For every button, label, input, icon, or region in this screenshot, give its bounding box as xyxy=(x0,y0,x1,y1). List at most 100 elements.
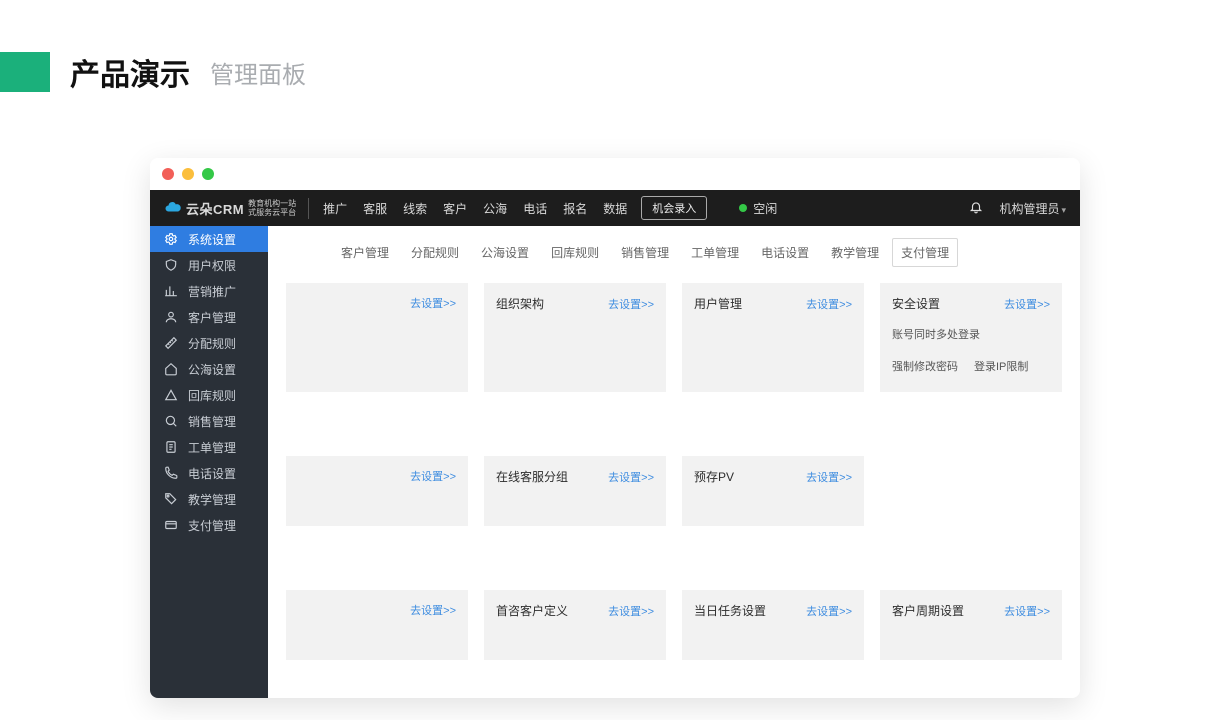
card-title: 当日任务设置 xyxy=(694,602,766,619)
triangle-icon xyxy=(164,388,178,402)
settings-card: 去设置>> xyxy=(286,283,468,392)
card-body: 账号同时多处登录 强制修改密码 登录IP限制 xyxy=(892,326,1050,374)
window-chrome xyxy=(150,158,1080,190)
sidebar-item[interactable]: 营销推广 xyxy=(150,278,268,304)
card-go-link[interactable]: 去设置>> xyxy=(410,295,456,311)
tab[interactable]: 回库规则 xyxy=(542,238,608,267)
settings-card-security: 安全设置 去设置>> 账号同时多处登录 强制修改密码 登录IP限制 xyxy=(880,283,1062,392)
logo-text: 云朵CRM xyxy=(186,199,244,218)
page-heading: 产品演示 管理面板 xyxy=(0,50,306,94)
topnav-item[interactable]: 线索 xyxy=(403,200,427,217)
sidebar-item[interactable]: 用户权限 xyxy=(150,252,268,278)
topnav-item[interactable]: 电话 xyxy=(523,200,547,217)
settings-card: 客户周期设置 去设置>> xyxy=(880,590,1062,660)
card-go-link[interactable]: 去设置>> xyxy=(806,296,852,312)
topnav-item[interactable]: 推广 xyxy=(323,200,347,217)
tab[interactable]: 公海设置 xyxy=(472,238,538,267)
card-go-link[interactable]: 去设置>> xyxy=(1004,603,1050,619)
card-title: 用户管理 xyxy=(694,295,742,312)
topnav-item[interactable]: 公海 xyxy=(483,200,507,217)
tab[interactable]: 销售管理 xyxy=(612,238,678,267)
user-menu[interactable]: 机构管理员▾ xyxy=(999,200,1066,217)
window-zoom-icon[interactable] xyxy=(202,168,214,180)
tab[interactable]: 教学管理 xyxy=(822,238,888,267)
card-go-link[interactable]: 去设置>> xyxy=(608,469,654,485)
settings-card: 去设置>> xyxy=(286,456,468,526)
sidebar-item[interactable]: 工单管理 xyxy=(150,434,268,460)
sidebar-item-label: 回库规则 xyxy=(188,387,236,404)
sidebar-item-label: 电话设置 xyxy=(188,465,236,482)
app-logo[interactable]: 云朵CRM 教育机构一站 式服务云平台 xyxy=(164,198,309,219)
card-go-link[interactable]: 去设置>> xyxy=(608,296,654,312)
sidebar: 系统设置用户权限营销推广客户管理分配规则公海设置回库规则销售管理工单管理电话设置… xyxy=(150,226,268,698)
settings-card: 首咨客户定义 去设置>> xyxy=(484,590,666,660)
tab[interactable]: 分配规则 xyxy=(402,238,468,267)
card-go-link[interactable]: 去设置>> xyxy=(410,602,456,618)
app-body: 推广 客户管理 分配规则 公海设置 回库规则 销售管理 工单管理 电话设置 教学… xyxy=(150,226,1080,698)
card-go-link[interactable]: 去设置>> xyxy=(806,469,852,485)
card-title: 首咨客户定义 xyxy=(496,602,568,619)
record-button[interactable]: 机会录入 xyxy=(641,196,707,220)
settings-icon xyxy=(164,232,178,246)
tab[interactable]: 电话设置 xyxy=(752,238,818,267)
ruler-icon xyxy=(164,336,178,350)
settings-row: 去设置>> 组织架构 去设置>> 用户管理 去设置>> xyxy=(286,283,1062,392)
topnav-item[interactable]: 客户 xyxy=(443,200,467,217)
cloud-icon xyxy=(164,198,182,219)
sidebar-item-label: 系统设置 xyxy=(188,231,236,248)
card-go-link[interactable]: 去设置>> xyxy=(806,603,852,619)
card-go-link[interactable]: 去设置>> xyxy=(410,468,456,484)
sidebar-item-label: 教学管理 xyxy=(188,491,236,508)
sidebar-item-label: 工单管理 xyxy=(188,439,236,456)
app-window: 云朵CRM 教育机构一站 式服务云平台 推广 客服 线索 客户 公海 电话 报名… xyxy=(150,158,1080,698)
status-label: 空闲 xyxy=(753,200,777,217)
note-icon xyxy=(164,440,178,454)
sidebar-item-label: 用户权限 xyxy=(188,257,236,274)
sidebar-item-label: 客户管理 xyxy=(188,309,236,326)
status-dot-icon xyxy=(739,204,747,212)
search-icon xyxy=(164,414,178,428)
topnav-item[interactable]: 数据 xyxy=(603,200,627,217)
card-go-link[interactable]: 去设置>> xyxy=(1004,296,1050,312)
sidebar-item[interactable]: 回库规则 xyxy=(150,382,268,408)
topnav-item[interactable]: 客服 xyxy=(363,200,387,217)
sidebar-item[interactable]: 系统设置 xyxy=(150,226,268,252)
sidebar-item[interactable]: 支付管理 xyxy=(150,512,268,538)
shield-icon xyxy=(164,258,178,272)
sidebar-item-label: 销售管理 xyxy=(188,413,236,430)
card-title: 组织架构 xyxy=(496,295,544,312)
page-heading-marker xyxy=(0,52,50,92)
sidebar-item[interactable]: 销售管理 xyxy=(150,408,268,434)
window-minimize-icon[interactable] xyxy=(182,168,194,180)
sidebar-item-label: 营销推广 xyxy=(188,283,236,300)
tab[interactable]: 客户管理 xyxy=(332,238,398,267)
sidebar-item[interactable]: 教学管理 xyxy=(150,486,268,512)
tab[interactable]: 支付管理 xyxy=(892,238,958,267)
sidebar-item[interactable]: 电话设置 xyxy=(150,460,268,486)
sidebar-item[interactable]: 客户管理 xyxy=(150,304,268,330)
settings-card: 用户管理 去设置>> xyxy=(682,283,864,392)
card-title: 在线客服分组 xyxy=(496,468,568,485)
page-heading-title: 产品演示 xyxy=(70,50,190,94)
card-go-link[interactable]: 去设置>> xyxy=(608,603,654,619)
page-heading-subtitle: 管理面板 xyxy=(210,55,306,90)
sidebar-item-label: 公海设置 xyxy=(188,361,236,378)
content-tabs: 推广 客户管理 分配规则 公海设置 回库规则 销售管理 工单管理 电话设置 教学… xyxy=(286,238,1062,267)
topnav-item[interactable]: 报名 xyxy=(563,200,587,217)
window-close-icon[interactable] xyxy=(162,168,174,180)
card-title: 预存PV xyxy=(694,468,734,485)
chevron-down-icon: ▾ xyxy=(1061,205,1066,215)
sidebar-item[interactable]: 分配规则 xyxy=(150,330,268,356)
settings-card: 组织架构 去设置>> xyxy=(484,283,666,392)
settings-card: 在线客服分组 去设置>> xyxy=(484,456,666,526)
status-indicator: 空闲 xyxy=(739,200,777,217)
notifications-icon[interactable] xyxy=(969,200,983,217)
settings-row: 去设置>> 首咨客户定义 去设置>> 当日任务设置 去设置>> xyxy=(286,590,1062,660)
person-icon xyxy=(164,310,178,324)
main-panel: 推广 客户管理 分配规则 公海设置 回库规则 销售管理 工单管理 电话设置 教学… xyxy=(268,226,1080,698)
sidebar-item[interactable]: 公海设置 xyxy=(150,356,268,382)
topbar: 云朵CRM 教育机构一站 式服务云平台 推广 客服 线索 客户 公海 电话 报名… xyxy=(150,190,1080,226)
card-body-item: 强制修改密码 xyxy=(892,358,958,374)
sidebar-item-label: 分配规则 xyxy=(188,335,236,352)
tab[interactable]: 工单管理 xyxy=(682,238,748,267)
